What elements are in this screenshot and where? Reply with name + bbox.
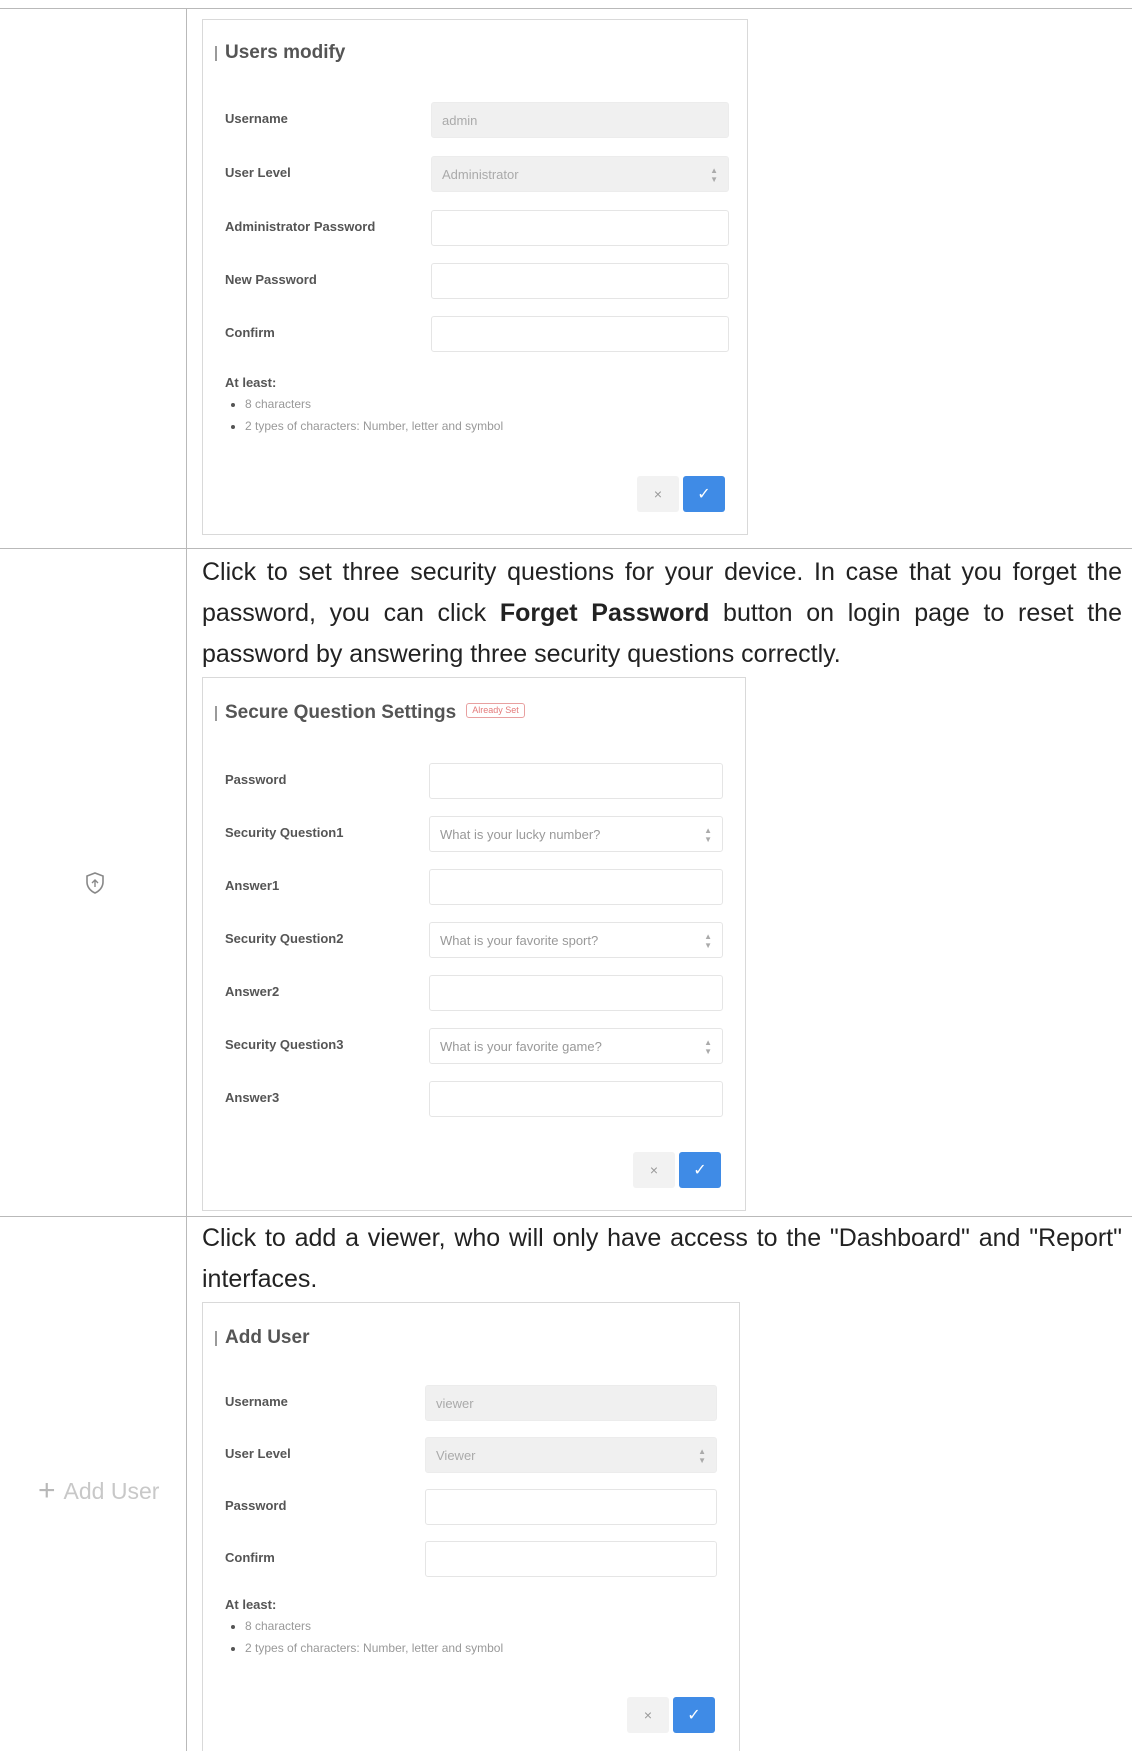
password-input[interactable] (425, 1489, 717, 1525)
select-arrows-icon: ▲ ▼ (710, 166, 718, 184)
confirm-label: Confirm (225, 1550, 275, 1565)
user-level-value: Administrator (442, 166, 519, 182)
confirm-label: Confirm (225, 325, 275, 340)
rule-item: 2 types of characters: Number, letter an… (245, 1637, 503, 1659)
user-level-label: User Level (225, 1446, 291, 1461)
user-level-select[interactable]: Viewer ▲ ▼ (425, 1437, 717, 1473)
confirm-input[interactable] (425, 1541, 717, 1577)
already-set-badge: Already Set (466, 703, 525, 719)
cancel-button[interactable]: × (637, 476, 679, 512)
answer2-label: Answer2 (225, 984, 280, 999)
rules-heading: At least: (225, 1597, 277, 1612)
secure-question-panel: Secure Question Settings Already Set Pass… (202, 677, 746, 1211)
forget-password-term: Forget Password (499, 599, 710, 627)
plus-icon: + (38, 1474, 56, 1507)
password-label: Password (225, 1498, 287, 1513)
add-user-label: Add User (63, 1477, 160, 1504)
add-user-button[interactable]: + Add User (38, 1474, 159, 1508)
panel-title: Add User (214, 1327, 310, 1348)
admin-password-input[interactable] (431, 210, 729, 246)
password-input[interactable] (429, 763, 723, 799)
table-row-divider-1 (0, 548, 1132, 549)
add-user-panel: Add User Username viewer User Level View… (202, 1302, 740, 1751)
confirm-button[interactable]: ✓ (679, 1152, 721, 1188)
new-password-input[interactable] (431, 263, 729, 299)
answer1-input[interactable] (429, 869, 723, 905)
rule-item: 8 characters (245, 393, 503, 415)
select-arrows-icon: ▲ ▼ (698, 1447, 706, 1465)
password-rules: At least: 8 characters 2 types of charac… (225, 1597, 503, 1659)
security-question3-label: Security Question3 (225, 1037, 344, 1052)
confirm-input[interactable] (431, 316, 729, 352)
security-question1-label: Security Question1 (225, 825, 344, 840)
rule-item: 8 characters (245, 1615, 503, 1637)
username-label: Username (225, 111, 288, 126)
answer3-label: Answer3 (225, 1090, 280, 1105)
answer1-label: Answer1 (225, 878, 280, 893)
security-question2-select[interactable]: What is your favorite sport? ▲ ▼ (429, 922, 723, 958)
select-arrows-icon: ▲ ▼ (704, 826, 712, 844)
username-value: admin (442, 112, 478, 128)
add-user-description: Click to add a viewer, who will only hav… (202, 1224, 1122, 1293)
username-label: Username (225, 1394, 288, 1409)
table-column-divider (186, 8, 187, 1751)
user-level-select[interactable]: Administrator ▲ ▼ (431, 156, 729, 192)
users-modify-panel: Users modify Username admin User Level A… (202, 19, 748, 535)
shield-icon[interactable] (84, 871, 106, 900)
table-top-border (0, 8, 1132, 9)
table-row-divider-2 (0, 1216, 1132, 1217)
panel-title: Users modify (214, 42, 346, 63)
admin-password-label: Administrator Password (225, 219, 376, 234)
security-question1-select[interactable]: What is your lucky number? ▲ ▼ (429, 816, 723, 852)
user-level-label: User Level (225, 165, 291, 180)
answer3-input[interactable] (429, 1081, 723, 1117)
password-label: Password (225, 772, 287, 787)
security-question3-select[interactable]: What is your favorite game? ▲ ▼ (429, 1028, 723, 1064)
confirm-button[interactable]: ✓ (683, 476, 725, 512)
select-arrows-icon: ▲ ▼ (704, 1038, 712, 1056)
cancel-button[interactable]: × (633, 1152, 675, 1188)
confirm-button[interactable]: ✓ (673, 1697, 715, 1733)
username-input[interactable]: admin (431, 102, 729, 138)
select-arrows-icon: ▲ ▼ (704, 932, 712, 950)
username-input[interactable]: viewer (425, 1385, 717, 1421)
panel-title: Secure Question Settings Already Set (215, 702, 525, 724)
new-password-label: New Password (225, 272, 317, 287)
rules-heading: At least: (225, 375, 277, 390)
cancel-button[interactable]: × (627, 1697, 669, 1733)
security-question2-label: Security Question2 (225, 931, 344, 946)
rule-item: 2 types of characters: Number, letter an… (245, 415, 503, 437)
answer2-input[interactable] (429, 975, 723, 1011)
password-rules: At least: 8 characters 2 types of charac… (225, 375, 503, 437)
security-description: Click to set three security questions fo… (202, 558, 1122, 668)
